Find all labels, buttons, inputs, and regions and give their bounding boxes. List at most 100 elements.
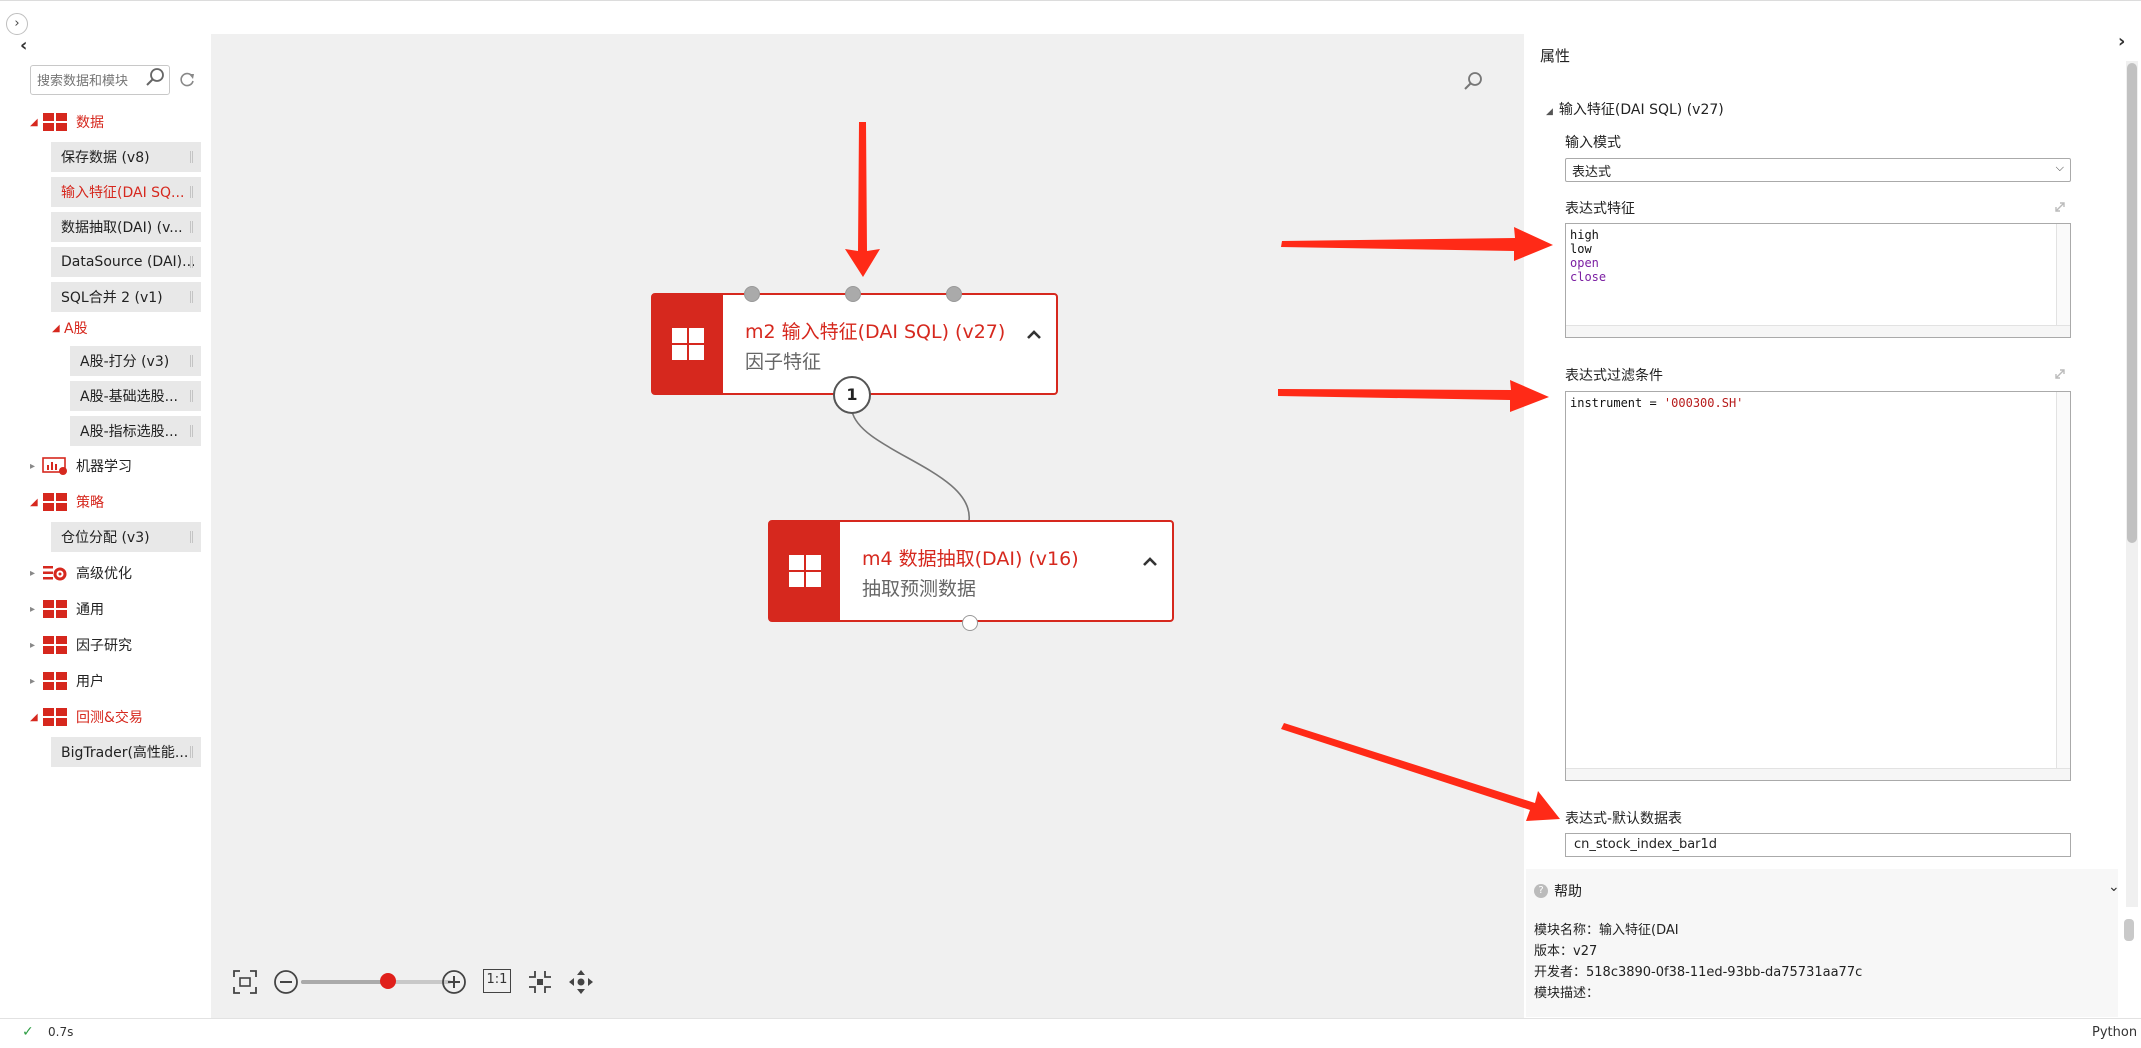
drag-handle-icon[interactable] xyxy=(190,425,193,437)
actual-size-button[interactable]: 1:1 xyxy=(483,969,511,993)
pan-move-icon[interactable] xyxy=(566,967,596,997)
module-item[interactable]: A股-打分 (v3) xyxy=(70,346,201,376)
chevron-down-icon[interactable]: ⌄ xyxy=(2108,879,2120,895)
drag-handle-icon[interactable] xyxy=(190,151,193,163)
tree-subcategory-a-share[interactable]: ◢ A股 xyxy=(52,314,88,342)
optimization-gear-icon xyxy=(43,566,67,581)
drag-handle-icon[interactable] xyxy=(190,291,193,303)
canvas-search-icon[interactable] xyxy=(1462,71,1484,93)
editor-scrollbar[interactable] xyxy=(2056,224,2070,337)
input-port[interactable] xyxy=(744,286,760,302)
zoom-slider-thumb[interactable] xyxy=(380,973,396,989)
expand-toggle-icon[interactable]: › xyxy=(6,13,28,35)
module-item-selected[interactable]: 输入特征(DAI SQ... xyxy=(51,177,201,207)
module-grid-icon xyxy=(43,600,67,618)
module-item[interactable]: A股-基础选股... xyxy=(70,381,201,411)
code-line: low xyxy=(1570,242,1592,256)
tree-category-factor[interactable]: ▸ 因子研究 xyxy=(30,631,132,659)
module-item[interactable]: DataSource (DAI)... xyxy=(51,247,201,277)
drag-handle-icon[interactable] xyxy=(190,355,193,367)
chevron-up-icon[interactable] xyxy=(1140,552,1160,572)
collapsed-arrow-icon: ▸ xyxy=(30,639,36,651)
refresh-icon[interactable] xyxy=(178,71,196,89)
module-grid-icon xyxy=(43,493,67,511)
module-grid-icon xyxy=(43,708,67,726)
node-icon-block xyxy=(653,295,723,393)
help-question-icon: ? xyxy=(1534,884,1548,898)
node-title: m2 输入特征(DAI SQL) (v27) xyxy=(745,321,1006,343)
properties-title: 属性 xyxy=(1540,47,1571,65)
module-item[interactable]: 保存数据 (v8) xyxy=(51,142,201,172)
collapsed-arrow-icon: ▸ xyxy=(30,675,36,687)
zoom-out-icon[interactable] xyxy=(271,967,301,997)
expand-editor-icon[interactable] xyxy=(2053,200,2067,214)
collapse-right-icon[interactable]: › xyxy=(2118,31,2125,52)
tree-category-strategy[interactable]: ◢ 策略 xyxy=(30,488,104,516)
zoom-slider-track[interactable] xyxy=(301,980,451,984)
expand-editor-icon[interactable] xyxy=(2053,367,2067,381)
workflow-node-m4[interactable]: m4 数据抽取(DAI) (v16) 抽取预测数据 xyxy=(768,520,1174,622)
node-subtitle: 抽取预测数据 xyxy=(862,578,977,600)
module-item[interactable]: 数据抽取(DAI) (v... xyxy=(51,212,201,242)
module-grid-icon xyxy=(43,672,67,690)
collapsed-arrow-icon: ▸ xyxy=(30,567,36,579)
properties-scrollbar-thumb[interactable] xyxy=(2127,63,2137,543)
center-view-icon[interactable] xyxy=(525,967,555,997)
input-port[interactable] xyxy=(845,286,861,302)
tree-category-label: 策略 xyxy=(76,495,104,511)
editor-hscrollbar[interactable] xyxy=(1566,325,2070,337)
output-port[interactable] xyxy=(962,615,978,631)
input-mode-select[interactable]: 表达式 ⌵ xyxy=(1565,158,2071,182)
help-developer: 开发者：518c3890-0f38-11ed-93bb-da75731aa77c xyxy=(1534,965,1863,980)
drag-handle-icon[interactable] xyxy=(190,390,193,402)
input-port[interactable] xyxy=(946,286,962,302)
drag-handle-icon[interactable] xyxy=(190,256,193,268)
status-bar xyxy=(0,1018,2141,1048)
module-item-label: 数据抽取(DAI) (v... xyxy=(61,220,183,236)
default-table-input[interactable]: cn_stock_index_bar1d xyxy=(1565,833,2071,857)
expanded-arrow-icon: ◢ xyxy=(30,711,38,723)
drag-handle-icon[interactable] xyxy=(190,186,193,198)
tree-category-data[interactable]: ◢ 数据 xyxy=(30,108,104,136)
tree-category-ml[interactable]: ▸ 机器学习 xyxy=(30,452,132,480)
output-port-badge[interactable]: 1 xyxy=(833,376,871,414)
collapse-left-icon[interactable]: ‹ xyxy=(20,35,27,56)
chevron-down-icon: ⌵ xyxy=(2055,161,2064,174)
expanded-arrow-icon: ◢ xyxy=(30,116,38,128)
fit-view-icon[interactable] xyxy=(230,967,260,997)
node-module-icon xyxy=(789,555,821,587)
editor-scrollbar[interactable] xyxy=(2056,392,2070,780)
module-item[interactable]: 仓位分配 (v3) xyxy=(51,522,201,552)
module-item-label: A股-基础选股... xyxy=(80,389,178,405)
tree-category-label: A股 xyxy=(64,321,88,337)
drag-handle-icon[interactable] xyxy=(190,531,193,543)
module-item[interactable]: SQL合并 2 (v1) xyxy=(51,282,201,312)
properties-section-header[interactable]: ◢ 输入特征(DAI SQL) (v27) xyxy=(1546,99,1724,119)
chevron-up-icon[interactable] xyxy=(1024,325,1044,345)
code-string-token: '000300.SH' xyxy=(1663,396,1744,410)
module-item[interactable]: A股-指标选股... xyxy=(70,416,201,446)
filter-condition-label: 表达式过滤条件 xyxy=(1565,368,1663,384)
section-title: 输入特征(DAI SQL) (v27) xyxy=(1558,102,1724,118)
module-item-label: A股-指标选股... xyxy=(80,424,178,440)
collapsed-arrow-icon: ▸ xyxy=(30,603,36,615)
module-item-label: 仓位分配 (v3) xyxy=(61,530,150,546)
help-header[interactable]: ? 帮助 xyxy=(1534,881,1582,901)
help-scrollbar-thumb[interactable] xyxy=(2124,919,2134,941)
search-icon[interactable] xyxy=(144,67,166,89)
tree-category-backtest[interactable]: ◢ 回测&交易 xyxy=(30,703,143,731)
module-item[interactable]: BigTrader(高性能... xyxy=(51,737,201,767)
expression-features-editor[interactable]: high low open close xyxy=(1565,223,2071,338)
node-subtitle: 因子特征 xyxy=(745,351,822,373)
tree-category-optimization[interactable]: ▸ 高级优化 xyxy=(30,559,132,587)
code-line: close xyxy=(1570,270,1607,284)
drag-handle-icon[interactable] xyxy=(190,221,193,233)
tree-category-user[interactable]: ▸ 用户 xyxy=(30,667,104,695)
editor-hscrollbar[interactable] xyxy=(1566,768,2070,780)
tree-category-general[interactable]: ▸ 通用 xyxy=(30,595,104,623)
filter-condition-editor[interactable]: instrument = '000300.SH' xyxy=(1565,391,2071,781)
zoom-in-icon[interactable] xyxy=(439,967,469,997)
tree-category-label: 因子研究 xyxy=(76,638,132,654)
node-icon-block xyxy=(770,522,840,620)
drag-handle-icon[interactable] xyxy=(190,746,193,758)
